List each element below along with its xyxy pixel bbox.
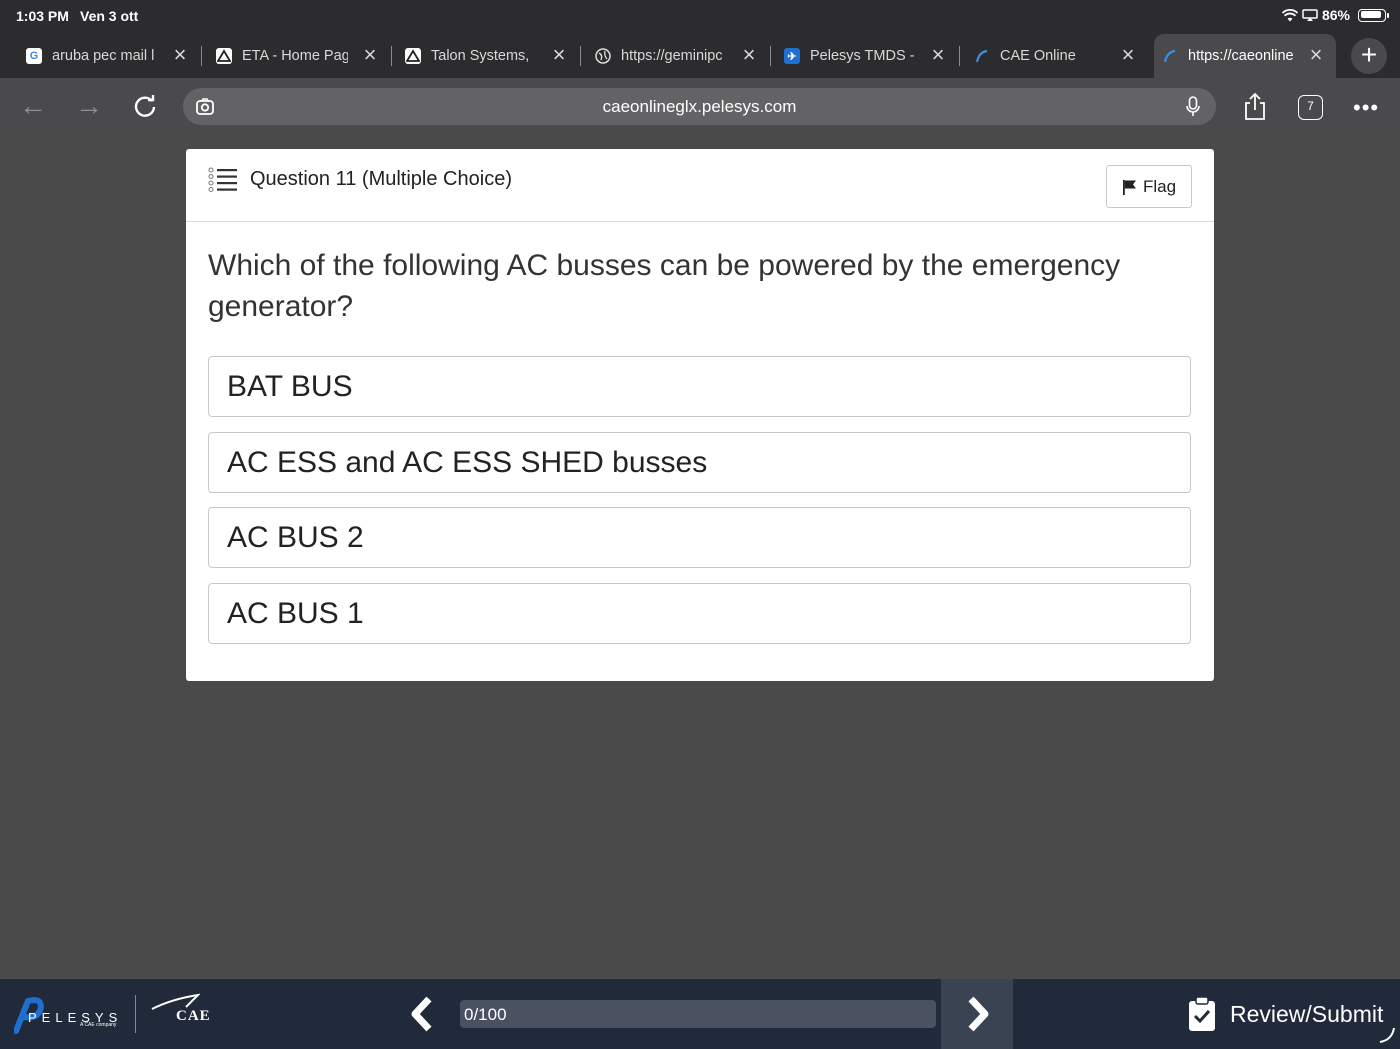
question-card: Question 11 (Multiple Choice) Flag Which… [186, 149, 1214, 681]
tab-title: CAE Online [1000, 48, 1076, 64]
question-header: Question 11 (Multiple Choice) Flag [186, 149, 1214, 222]
answer-option-label: AC ESS and AC ESS SHED busses [227, 446, 708, 479]
previous-question-button[interactable] [403, 995, 439, 1033]
cae-icon [974, 48, 990, 64]
answer-option[interactable]: AC ESS and AC ESS SHED busses [208, 432, 1191, 493]
answer-option[interactable]: AC BUS 2 [208, 507, 1191, 568]
close-tab-icon[interactable]: × [928, 44, 948, 66]
progress-bar: 0/100 [460, 1000, 936, 1028]
globe-icon [595, 48, 611, 64]
tab-title: ETA - Home Pag [242, 48, 348, 64]
question-text: Which of the following AC busses can be … [208, 249, 1121, 323]
logo-divider [135, 995, 136, 1033]
answer-option[interactable]: BAT BUS [208, 356, 1191, 417]
tab-caeonline-active[interactable]: https://caeonline × [1154, 34, 1336, 78]
resize-corner-icon [1379, 1027, 1395, 1043]
tab-eta-home[interactable]: ETA - Home Pag × [216, 34, 392, 78]
flag-button[interactable]: Flag [1106, 165, 1192, 208]
tab-separator [201, 46, 202, 66]
google-icon: G [26, 48, 42, 64]
flag-icon [1122, 179, 1136, 195]
close-tab-icon[interactable]: × [1118, 44, 1138, 66]
eta-icon [216, 48, 232, 64]
screen-mirroring-icon [1302, 8, 1318, 21]
battery-percent: 86% [1321, 7, 1350, 23]
tab-cae-online[interactable]: CAE Online × [974, 34, 1138, 78]
answer-option-label: BAT BUS [227, 370, 353, 403]
tab-separator [959, 46, 960, 66]
pelesys-plane-icon: ✈ [784, 48, 800, 64]
close-tab-icon[interactable]: × [170, 44, 190, 66]
cae-icon [1162, 48, 1178, 64]
cae-brand: CAE [176, 1008, 211, 1024]
question-list-icon[interactable] [208, 167, 238, 193]
tab-separator [580, 46, 581, 66]
tab-separator [770, 46, 771, 66]
new-tab-button[interactable]: + [1351, 38, 1387, 74]
status-date: Ven 3 ott [80, 8, 139, 24]
flag-label: Flag [1142, 176, 1177, 196]
status-bar: 1:03 PM Ven 3 ott 86% [0, 0, 1400, 32]
close-tab-icon[interactable]: × [1306, 44, 1326, 66]
address-bar[interactable]: caeonlineglx.pelesys.com [183, 88, 1216, 125]
tab-title: aruba pec mail l [52, 48, 155, 64]
answer-option[interactable]: AC BUS 1 [208, 583, 1191, 644]
close-tab-icon[interactable]: × [739, 44, 759, 66]
pelesys-subtitle: A CAE company [80, 1022, 117, 1028]
tab-title: https://geminipc [621, 48, 723, 64]
close-tab-icon[interactable]: × [360, 44, 380, 66]
back-arrow-icon[interactable]: ← [18, 92, 48, 122]
progress-text: 0/100 [464, 1005, 507, 1024]
clipboard-check-icon[interactable] [1188, 996, 1216, 1032]
forward-arrow-icon[interactable]: → [74, 92, 104, 122]
tab-separator [391, 46, 392, 66]
answer-option-label: AC BUS 2 [227, 521, 364, 554]
close-tab-icon[interactable]: × [549, 44, 569, 66]
talon-icon [405, 48, 421, 64]
browser-chrome: 1:03 PM Ven 3 ott 86% G aruba pec mail l… [0, 0, 1400, 136]
tab-title: Talon Systems, [431, 48, 530, 64]
question-title: Question 11 (Multiple Choice) [250, 168, 512, 190]
chevron-right-icon [968, 996, 989, 1032]
tab-overview-button[interactable]: 7 [1298, 95, 1323, 120]
answer-option-label: AC BUS 1 [227, 597, 364, 630]
exam-footer: PELESYS A CAE company CAE 0/100 Review/S… [0, 979, 1400, 1049]
browser-toolbar: ← → caeonlineglx.pelesys.com [0, 78, 1400, 136]
battery-icon [1358, 8, 1389, 22]
url-text: caeonlineglx.pelesys.com [602, 97, 797, 116]
tab-geminipc[interactable]: https://geminipc × [595, 34, 771, 78]
tab-talon-systems[interactable]: Talon Systems, × [405, 34, 581, 78]
tab-aruba-pec-mail[interactable]: G aruba pec mail l × [26, 34, 202, 78]
more-options-icon[interactable]: ••• [1353, 95, 1379, 121]
share-icon[interactable] [1240, 92, 1270, 122]
microphone-icon[interactable] [1186, 96, 1200, 118]
status-time: 1:03 PM [16, 8, 69, 24]
wifi-icon [1281, 8, 1298, 21]
reload-icon[interactable] [130, 92, 160, 122]
review-submit-button[interactable]: Review/Submit [1230, 1001, 1383, 1028]
tab-pelesys-tmds[interactable]: ✈ Pelesys TMDS - × [784, 34, 960, 78]
tab-bar: G aruba pec mail l × ETA - Home Pag × Ta… [0, 34, 1400, 78]
tab-title: Pelesys TMDS - [810, 48, 915, 64]
tab-title: https://caeonline [1188, 48, 1294, 64]
status-indicators: 86% [1281, 7, 1389, 23]
next-question-button[interactable] [941, 979, 1013, 1049]
